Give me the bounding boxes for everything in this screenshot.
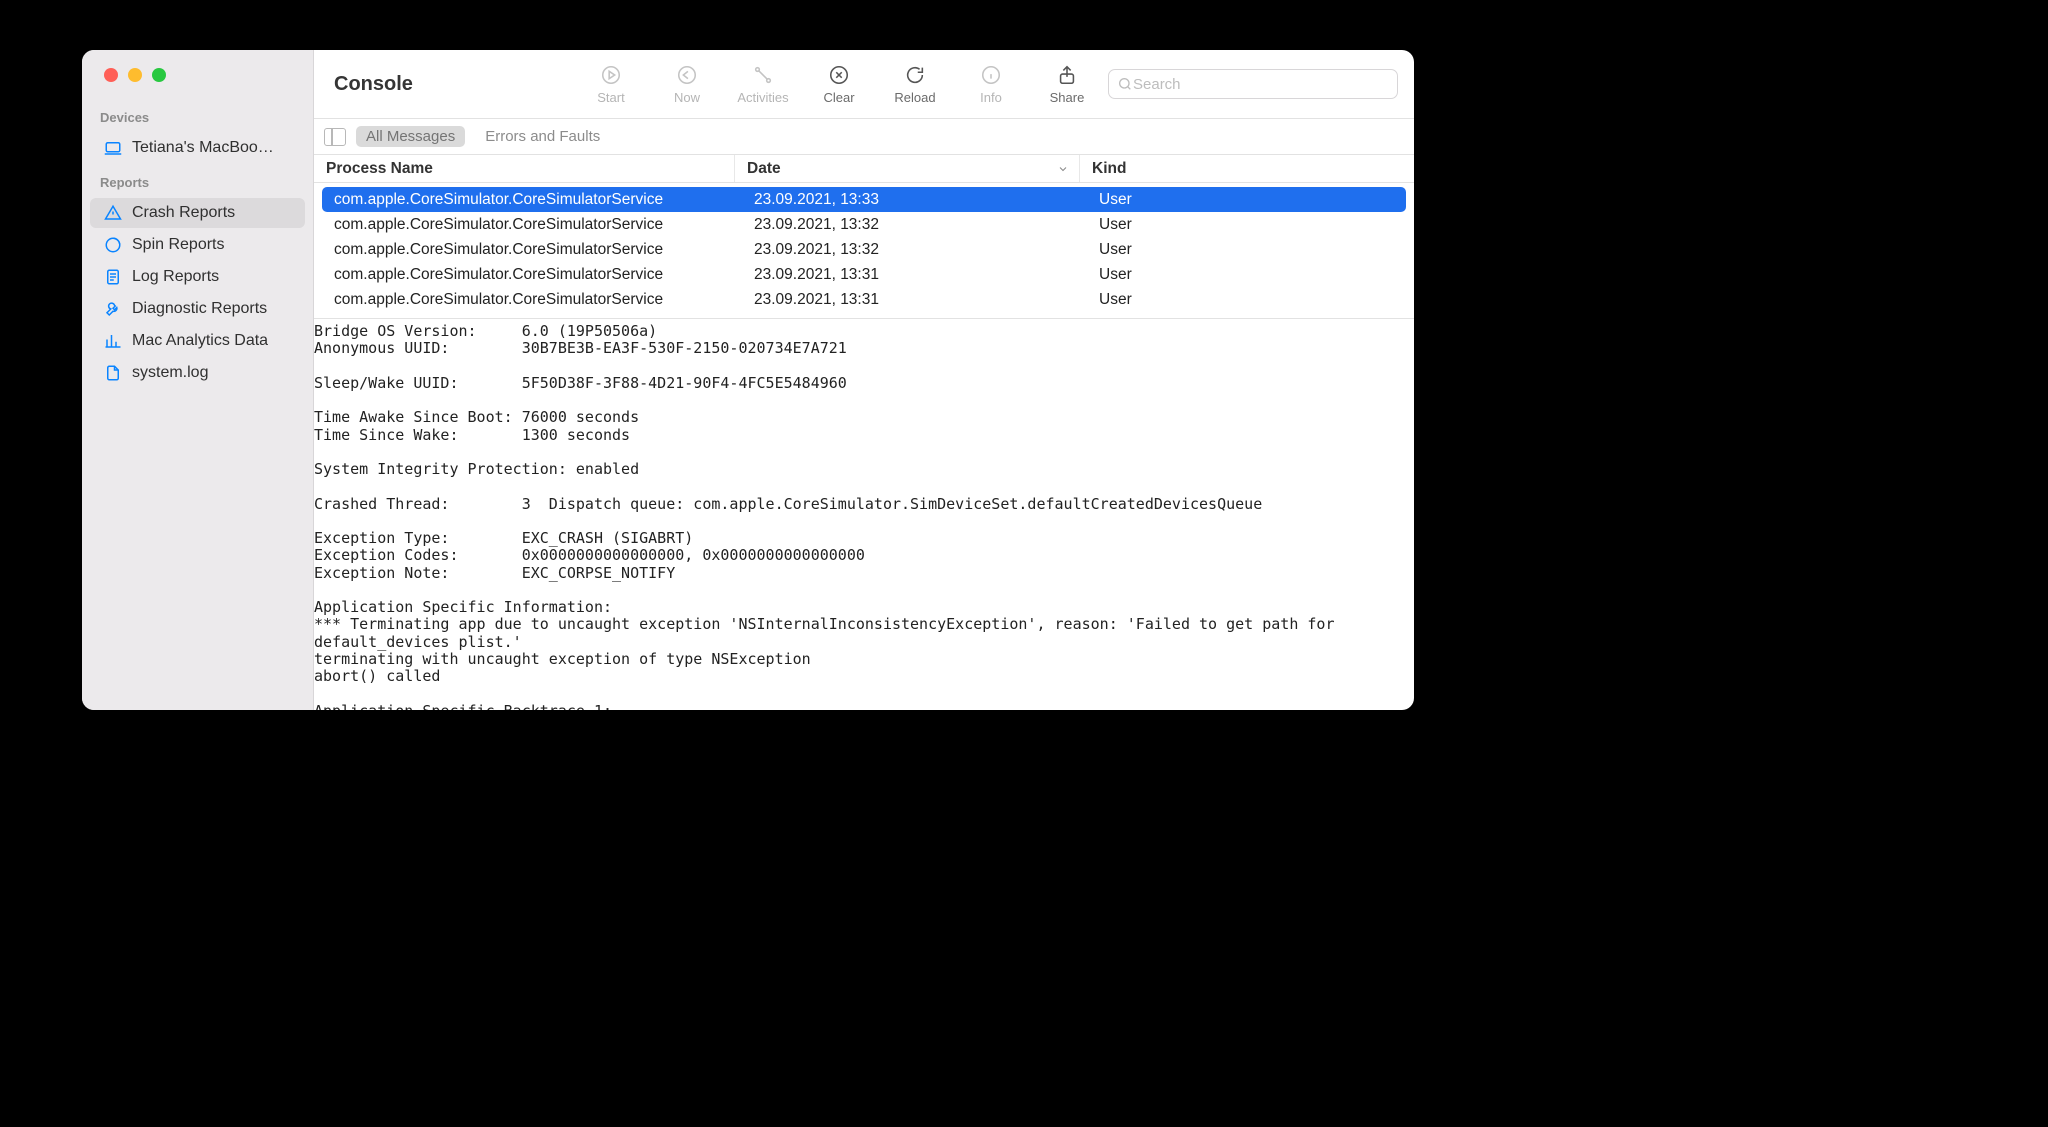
cell-date: 23.09.2021, 13:31: [748, 291, 1093, 309]
filter-all-messages[interactable]: All Messages: [356, 126, 465, 147]
column-kind[interactable]: Kind: [1079, 155, 1414, 182]
cell-process: com.apple.CoreSimulator.CoreSimulatorSer…: [328, 191, 748, 209]
info-button[interactable]: Info: [964, 64, 1018, 105]
sidebar-label: Spin Reports: [132, 236, 225, 254]
cell-kind: User: [1093, 291, 1400, 309]
sidebar-header-reports: Reports: [82, 165, 313, 196]
cell-date: 23.09.2021, 13:32: [748, 216, 1093, 234]
table-header: Process Name Date Kind: [314, 155, 1414, 183]
sidebar-item-spin-reports[interactable]: Spin Reports: [90, 230, 305, 260]
sidebar-item-mac-analytics[interactable]: Mac Analytics Data: [90, 326, 305, 356]
info-icon: [980, 64, 1002, 86]
sidebar-item-device[interactable]: Tetiana's MacBoo…: [90, 133, 305, 163]
sidebar-toggle-button[interactable]: [324, 128, 346, 146]
sidebar-item-system-log[interactable]: system.log: [90, 358, 305, 388]
device-label: Tetiana's MacBoo…: [132, 139, 274, 157]
sidebar: Devices Tetiana's MacBoo… Reports Crash …: [82, 50, 314, 710]
report-list[interactable]: com.apple.CoreSimulator.CoreSimulatorSer…: [314, 183, 1414, 318]
file-icon: [104, 364, 122, 382]
toolbar-label: Now: [674, 90, 700, 105]
tools-icon: [104, 300, 122, 318]
toolbar: Console Start Now Activities Clear: [314, 50, 1414, 118]
cell-kind: User: [1093, 191, 1400, 209]
window-title: Console: [330, 73, 413, 96]
log-icon: [104, 268, 122, 286]
cell-process: com.apple.CoreSimulator.CoreSimulatorSer…: [328, 266, 748, 284]
sidebar-item-crash-reports[interactable]: Crash Reports: [90, 198, 305, 228]
cell-date: 23.09.2021, 13:31: [748, 266, 1093, 284]
share-icon: [1056, 64, 1078, 86]
activities-button[interactable]: Activities: [736, 64, 790, 105]
sidebar-label: Mac Analytics Data: [132, 332, 268, 350]
search-icon: [1117, 76, 1133, 92]
table-row[interactable]: com.apple.CoreSimulator.CoreSimulatorSer…: [322, 287, 1406, 312]
sidebar-item-log-reports[interactable]: Log Reports: [90, 262, 305, 292]
toolbar-buttons: Start Now Activities Clear Reload: [584, 64, 1094, 105]
table-row[interactable]: com.apple.CoreSimulator.CoreSimulatorSer…: [322, 237, 1406, 262]
column-date-label: Date: [747, 160, 781, 178]
clear-button[interactable]: Clear: [812, 64, 866, 105]
reload-button[interactable]: Reload: [888, 64, 942, 105]
cell-date: 23.09.2021, 13:33: [748, 191, 1093, 209]
chevron-down-icon: [1057, 163, 1069, 175]
toolbar-label: Start: [597, 90, 624, 105]
clear-icon: [828, 64, 850, 86]
sidebar-label: Log Reports: [132, 268, 219, 286]
table-row[interactable]: com.apple.CoreSimulator.CoreSimulatorSer…: [322, 262, 1406, 287]
now-icon: [676, 64, 698, 86]
column-process[interactable]: Process Name: [314, 155, 734, 182]
report-detail[interactable]: Bridge OS Version: 6.0 (19P50506a) Anony…: [314, 318, 1414, 710]
close-button[interactable]: [104, 68, 118, 82]
window-controls: [82, 68, 313, 100]
toolbar-label: Reload: [894, 90, 935, 105]
column-date[interactable]: Date: [734, 155, 1079, 182]
main-pane: Console Start Now Activities Clear: [314, 50, 1414, 710]
search-field[interactable]: [1108, 69, 1398, 99]
sidebar-label: Crash Reports: [132, 204, 235, 222]
play-icon: [600, 64, 622, 86]
activities-icon: [752, 64, 774, 86]
minimize-button[interactable]: [128, 68, 142, 82]
table-row[interactable]: com.apple.CoreSimulator.CoreSimulatorSer…: [322, 212, 1406, 237]
laptop-icon: [104, 139, 122, 157]
cell-kind: User: [1093, 241, 1400, 259]
cell-process: com.apple.CoreSimulator.CoreSimulatorSer…: [328, 216, 748, 234]
share-button[interactable]: Share: [1040, 64, 1094, 105]
cell-process: com.apple.CoreSimulator.CoreSimulatorSer…: [328, 241, 748, 259]
chart-icon: [104, 332, 122, 350]
filter-bar: All Messages Errors and Faults: [314, 118, 1414, 155]
spinner-icon: [104, 236, 122, 254]
sidebar-header-devices: Devices: [82, 100, 313, 131]
reload-icon: [904, 64, 926, 86]
cell-kind: User: [1093, 216, 1400, 234]
warning-icon: [104, 204, 122, 222]
cell-process: com.apple.CoreSimulator.CoreSimulatorSer…: [328, 291, 748, 309]
cell-kind: User: [1093, 266, 1400, 284]
toolbar-label: Clear: [823, 90, 854, 105]
sidebar-label: Diagnostic Reports: [132, 300, 267, 318]
start-button[interactable]: Start: [584, 64, 638, 105]
search-input[interactable]: [1133, 76, 1389, 93]
sidebar-item-diagnostic-reports[interactable]: Diagnostic Reports: [90, 294, 305, 324]
filter-errors-faults[interactable]: Errors and Faults: [475, 126, 610, 147]
sidebar-label: system.log: [132, 364, 208, 382]
cell-date: 23.09.2021, 13:32: [748, 241, 1093, 259]
toolbar-label: Activities: [737, 90, 788, 105]
now-button[interactable]: Now: [660, 64, 714, 105]
table-row[interactable]: com.apple.CoreSimulator.CoreSimulatorSer…: [322, 187, 1406, 212]
zoom-button[interactable]: [152, 68, 166, 82]
toolbar-label: Share: [1050, 90, 1085, 105]
console-window: Devices Tetiana's MacBoo… Reports Crash …: [82, 50, 1414, 710]
toolbar-label: Info: [980, 90, 1002, 105]
